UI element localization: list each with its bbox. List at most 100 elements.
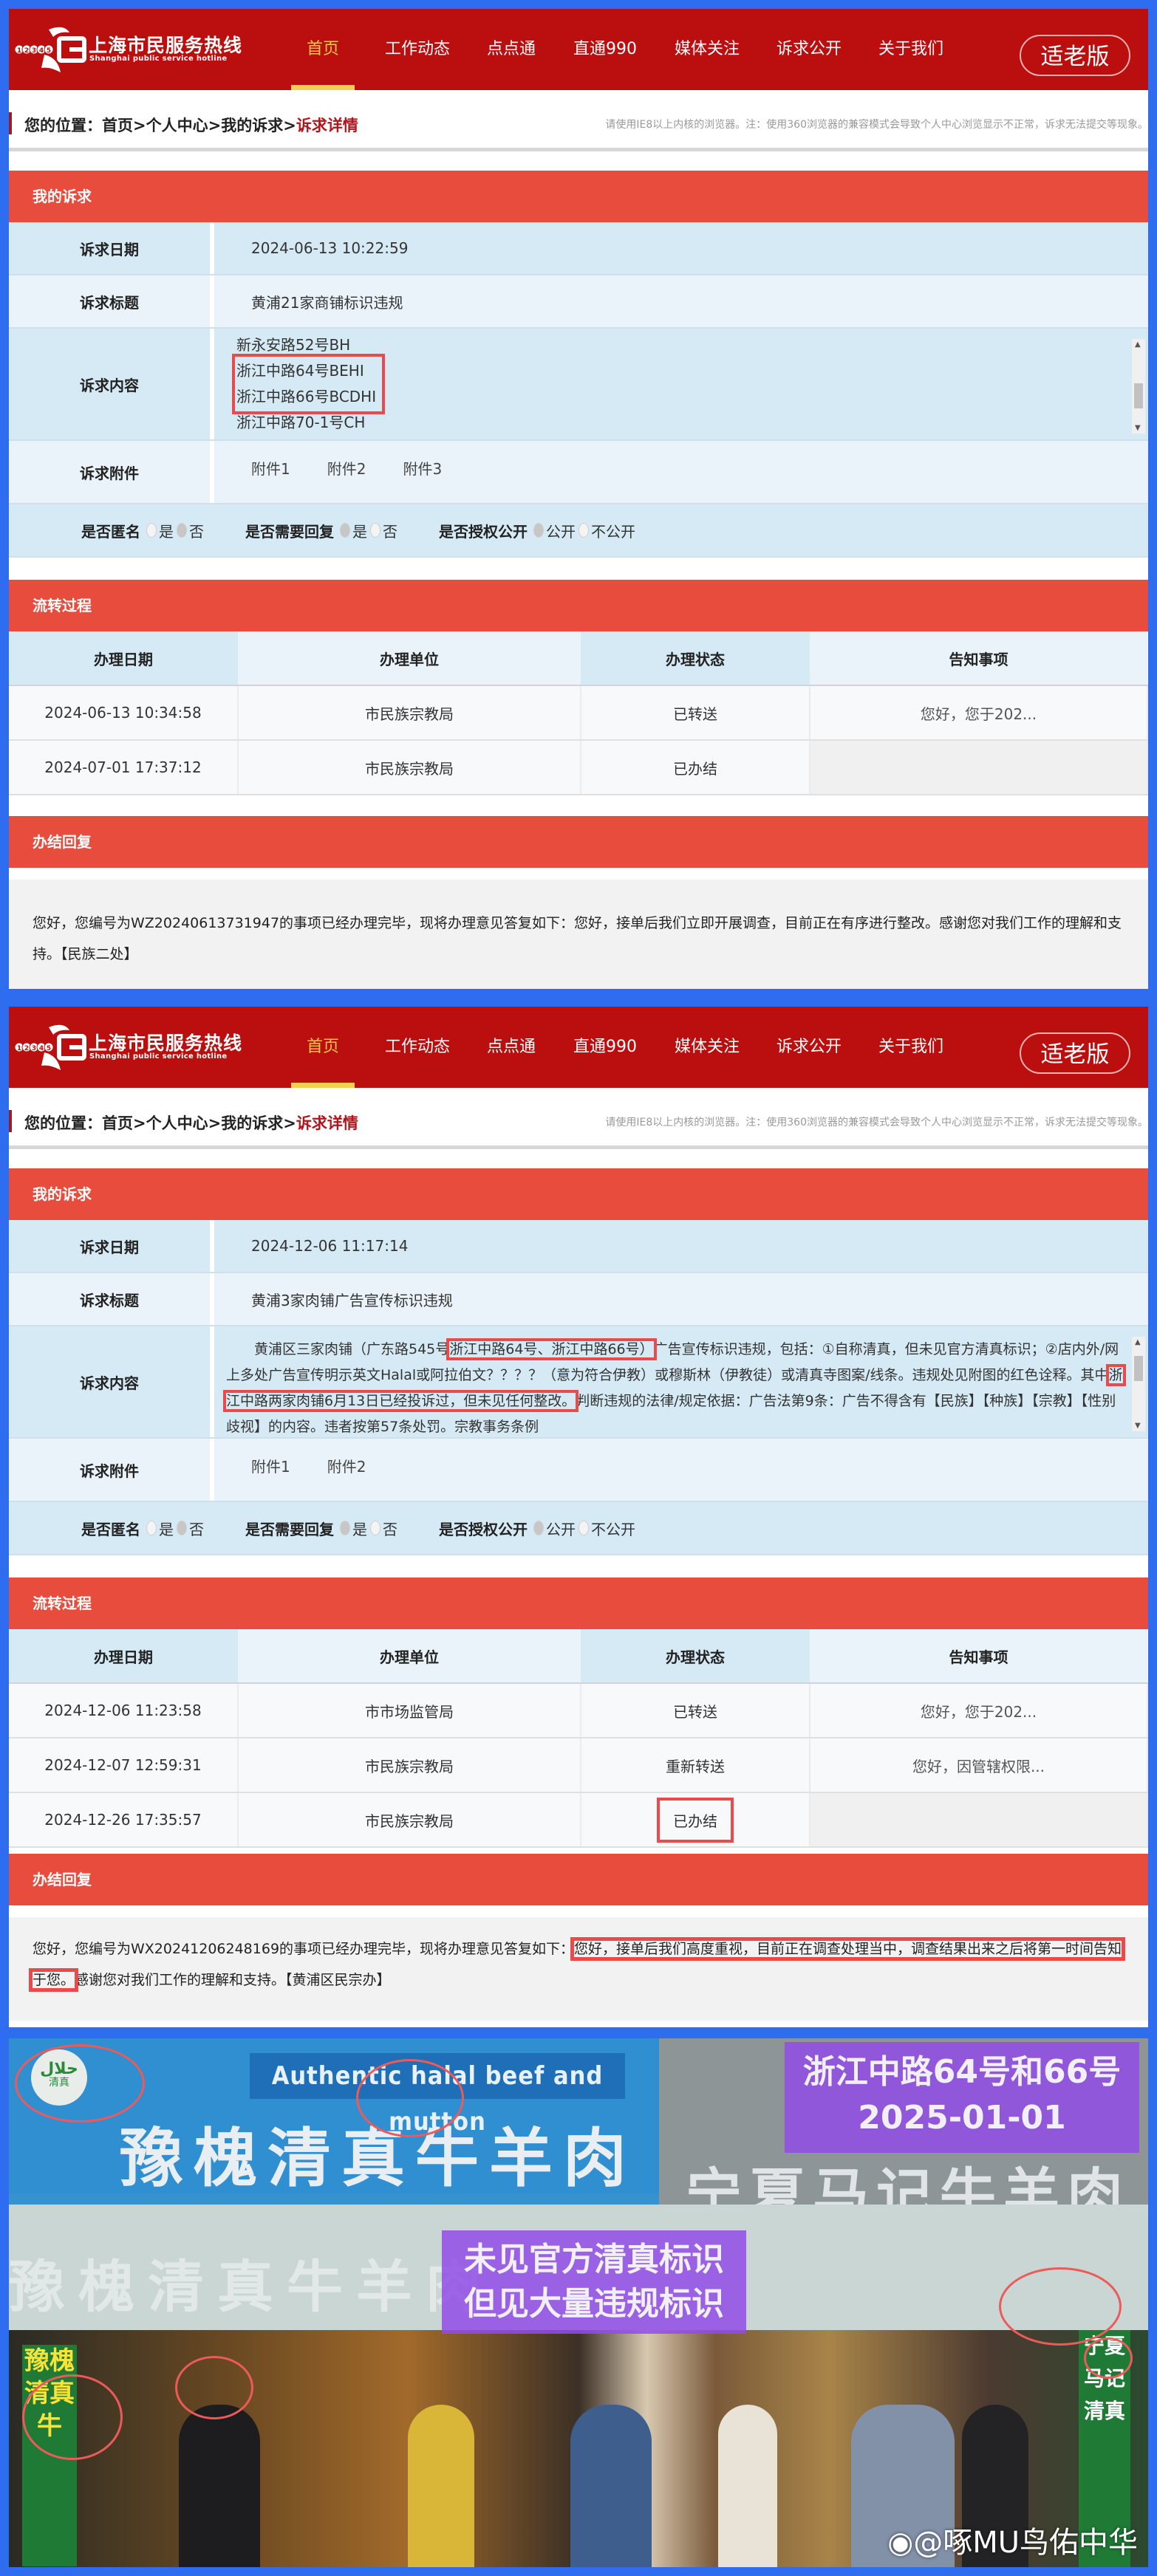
- radio-not-public[interactable]: [578, 1521, 589, 1535]
- content-scrollbar[interactable]: ▲ ▼: [1132, 1337, 1145, 1431]
- radio-public[interactable]: [533, 523, 544, 538]
- logo-title: 上海市民服务热线: [89, 35, 243, 56]
- col-handle-status: 办理状态: [581, 1629, 810, 1684]
- caption-note-line: 但见大量违规标识: [464, 2285, 724, 2323]
- scroll-up-icon[interactable]: ▲: [1135, 340, 1141, 349]
- content-scrollbar[interactable]: ▲ ▼: [1132, 339, 1145, 434]
- appeal-options-row: 是否匿名 是 否 是否需要回复 是 否 是否授权公开 公开 不公开: [9, 1502, 1148, 1555]
- nav-diandiantong[interactable]: 点点通: [486, 1007, 536, 1088]
- col-handle-unit: 办理单位: [238, 1629, 581, 1684]
- nav-home[interactable]: 首页: [291, 9, 355, 90]
- table-row: 2024-12-07 12:59:31 市民族宗教局 重新转送 您好，因管辖权限…: [9, 1738, 1148, 1793]
- radio-reply-no[interactable]: [370, 1521, 380, 1535]
- breadcrumb-my-appeals[interactable]: 我的诉求: [221, 1114, 283, 1132]
- cell-unit: 市民族宗教局: [238, 685, 581, 741]
- option-anonymous: 是否匿名 是 否: [81, 1518, 204, 1539]
- value-appeal-date: 2024-06-13 10:22:59: [214, 222, 1148, 274]
- label-appeal-title: 诉求标题: [9, 1273, 214, 1325]
- svg-text:2: 2: [24, 47, 29, 55]
- label-appeal-attachments: 诉求附件: [9, 441, 214, 503]
- nav-work-news[interactable]: 工作动态: [384, 9, 451, 90]
- row-appeal-attachments: 诉求附件 附件1 附件2: [9, 1439, 1148, 1502]
- attachment-link[interactable]: 附件3: [403, 457, 442, 479]
- radio-label: 是: [159, 1520, 174, 1538]
- radio-reply-yes[interactable]: [340, 1521, 350, 1535]
- browser-note: 请使用IE8以上内核的浏览器。注：使用360浏览器的兼容模式会导致个人中心浏览显…: [605, 1117, 1148, 1128]
- appeal-content-textarea[interactable]: 新永安路52号BH 浙江中路64号BEHI 浙江中路66号BCDHI 浙江中路7…: [214, 329, 1148, 439]
- elderly-version-button[interactable]: 适老版: [1020, 1032, 1130, 1074]
- section-header-final-reply: 办结回复: [9, 816, 1148, 868]
- hotline-logo-icon: 1 2 3 4 5: [15, 1024, 86, 1070]
- breadcrumb-personal-center[interactable]: 个人中心: [146, 1114, 208, 1132]
- cell-notice-link[interactable]: 您好，因管辖权限...: [810, 1738, 1148, 1793]
- appeal-content-textarea[interactable]: 黄浦区三家肉铺（广东路545号浙江中路64号、浙江中路66号）广告宣传标识违规，…: [214, 1326, 1148, 1437]
- nav-about-us[interactable]: 关于我们: [878, 1007, 944, 1088]
- cell-date: 2024-12-07 12:59:31: [9, 1738, 239, 1793]
- nav-home[interactable]: 首页: [291, 1007, 355, 1088]
- scroll-up-icon[interactable]: ▲: [1135, 1338, 1141, 1346]
- cell-notice-link[interactable]: 您好，您于202...: [810, 1683, 1148, 1739]
- breadcrumb-personal-center[interactable]: 个人中心: [146, 117, 208, 134]
- nav-direct-990[interactable]: 直通990: [572, 9, 638, 90]
- breadcrumb-home[interactable]: 首页: [102, 117, 133, 134]
- scrollbar-thumb[interactable]: [1134, 1356, 1143, 1381]
- flow-table: 办理日期 办理单位 办理状态 告知事项 2024-06-13 10:34:58 …: [9, 631, 1148, 795]
- nav-work-news[interactable]: 工作动态: [384, 1007, 451, 1088]
- option-label: 是否匿名: [81, 1520, 140, 1538]
- cell-status: 已办结: [581, 740, 810, 795]
- content-line: 浙江中路70-1号CH: [236, 414, 366, 431]
- nav-appeal-public[interactable]: 诉求公开: [776, 9, 842, 90]
- nav-media-focus[interactable]: 媒体关注: [674, 9, 740, 90]
- nav-about-us[interactable]: 关于我们: [878, 9, 944, 90]
- radio-anonymous-no[interactable]: [177, 523, 187, 538]
- site-logo[interactable]: 1 2 3 4 5 上海市民服务热线 Shanghai public servi…: [15, 25, 259, 74]
- storefront-photo: حلال 清真 Authentic halal beef and mutton 豫…: [9, 2038, 1148, 2567]
- elderly-version-button[interactable]: 适老版: [1020, 35, 1130, 76]
- caption-note-line: 未见官方清真标识: [464, 2241, 724, 2278]
- attachment-link[interactable]: 附件2: [327, 457, 366, 479]
- label-appeal-title: 诉求标题: [9, 275, 214, 327]
- attachment-link[interactable]: 附件1: [251, 457, 290, 479]
- attachment-link[interactable]: 附件1: [251, 1455, 290, 1476]
- cell-notice-link[interactable]: 您好，您于202...: [810, 685, 1148, 741]
- table-row: 2024-12-26 17:35:57 市民族宗教局 已办结: [9, 1792, 1148, 1848]
- breadcrumb-my-appeals[interactable]: 我的诉求: [221, 117, 283, 134]
- section-header-my-appeal: 我的诉求: [9, 171, 1148, 222]
- option-anonymous: 是否匿名 是 否: [81, 520, 204, 541]
- breadcrumb-separator: >: [208, 117, 222, 134]
- site-logo[interactable]: 1 2 3 4 5 上海市民服务热线 Shanghai public servi…: [15, 1023, 259, 1072]
- radio-not-public[interactable]: [578, 523, 589, 538]
- cell-date: 2024-07-01 17:37:12: [9, 740, 239, 795]
- attachment-link[interactable]: 附件2: [327, 1455, 366, 1476]
- svg-text:2: 2: [24, 1045, 29, 1052]
- radio-label: 否: [383, 522, 397, 541]
- radio-reply-yes[interactable]: [340, 523, 350, 538]
- breadcrumb-marker: [9, 112, 12, 134]
- flow-table-header: 办理日期 办理单位 办理状态 告知事项: [9, 1629, 1147, 1684]
- nav-appeal-public[interactable]: 诉求公开: [776, 1007, 842, 1088]
- appeal-options-row: 是否匿名 是 否 是否需要回复 是 否 是否授权公开 公开 不公开: [9, 504, 1148, 558]
- radio-anonymous-no[interactable]: [177, 1521, 187, 1535]
- scrollbar-thumb[interactable]: [1134, 383, 1143, 408]
- radio-reply-no[interactable]: [370, 523, 380, 538]
- nav-media-focus[interactable]: 媒体关注: [674, 1007, 740, 1088]
- nav-direct-990[interactable]: 直通990: [572, 1007, 638, 1088]
- cell-unit: 市市场监管局: [238, 1683, 581, 1739]
- radio-label: 是: [352, 522, 367, 541]
- scroll-down-icon[interactable]: ▼: [1135, 424, 1141, 432]
- scroll-down-icon[interactable]: ▼: [1135, 1422, 1141, 1430]
- radio-anonymous-yes[interactable]: [146, 523, 157, 538]
- option-label: 是否授权公开: [439, 522, 528, 541]
- radio-public[interactable]: [533, 1521, 544, 1535]
- breadcrumb-home[interactable]: 首页: [102, 1114, 133, 1132]
- site-header: 1 2 3 4 5 上海市民服务热线 Shanghai public servi…: [9, 1007, 1148, 1088]
- weibo-icon: ◉: [887, 2526, 914, 2560]
- row-appeal-title: 诉求标题 黄浦21家商铺标识违规: [9, 275, 1148, 329]
- section-header-final-reply: 办结回复: [9, 1854, 1148, 1905]
- row-appeal-title: 诉求标题 黄浦3家肉铺广告宣传标识违规: [9, 1273, 1148, 1326]
- content-line: 浙江中路64号BEHI: [236, 362, 364, 380]
- value-appeal-title: 黄浦21家商铺标识违规: [214, 275, 1148, 327]
- content-line: 新永安路52号BH: [236, 336, 351, 354]
- radio-anonymous-yes[interactable]: [146, 1521, 157, 1535]
- nav-diandiantong[interactable]: 点点通: [486, 9, 536, 90]
